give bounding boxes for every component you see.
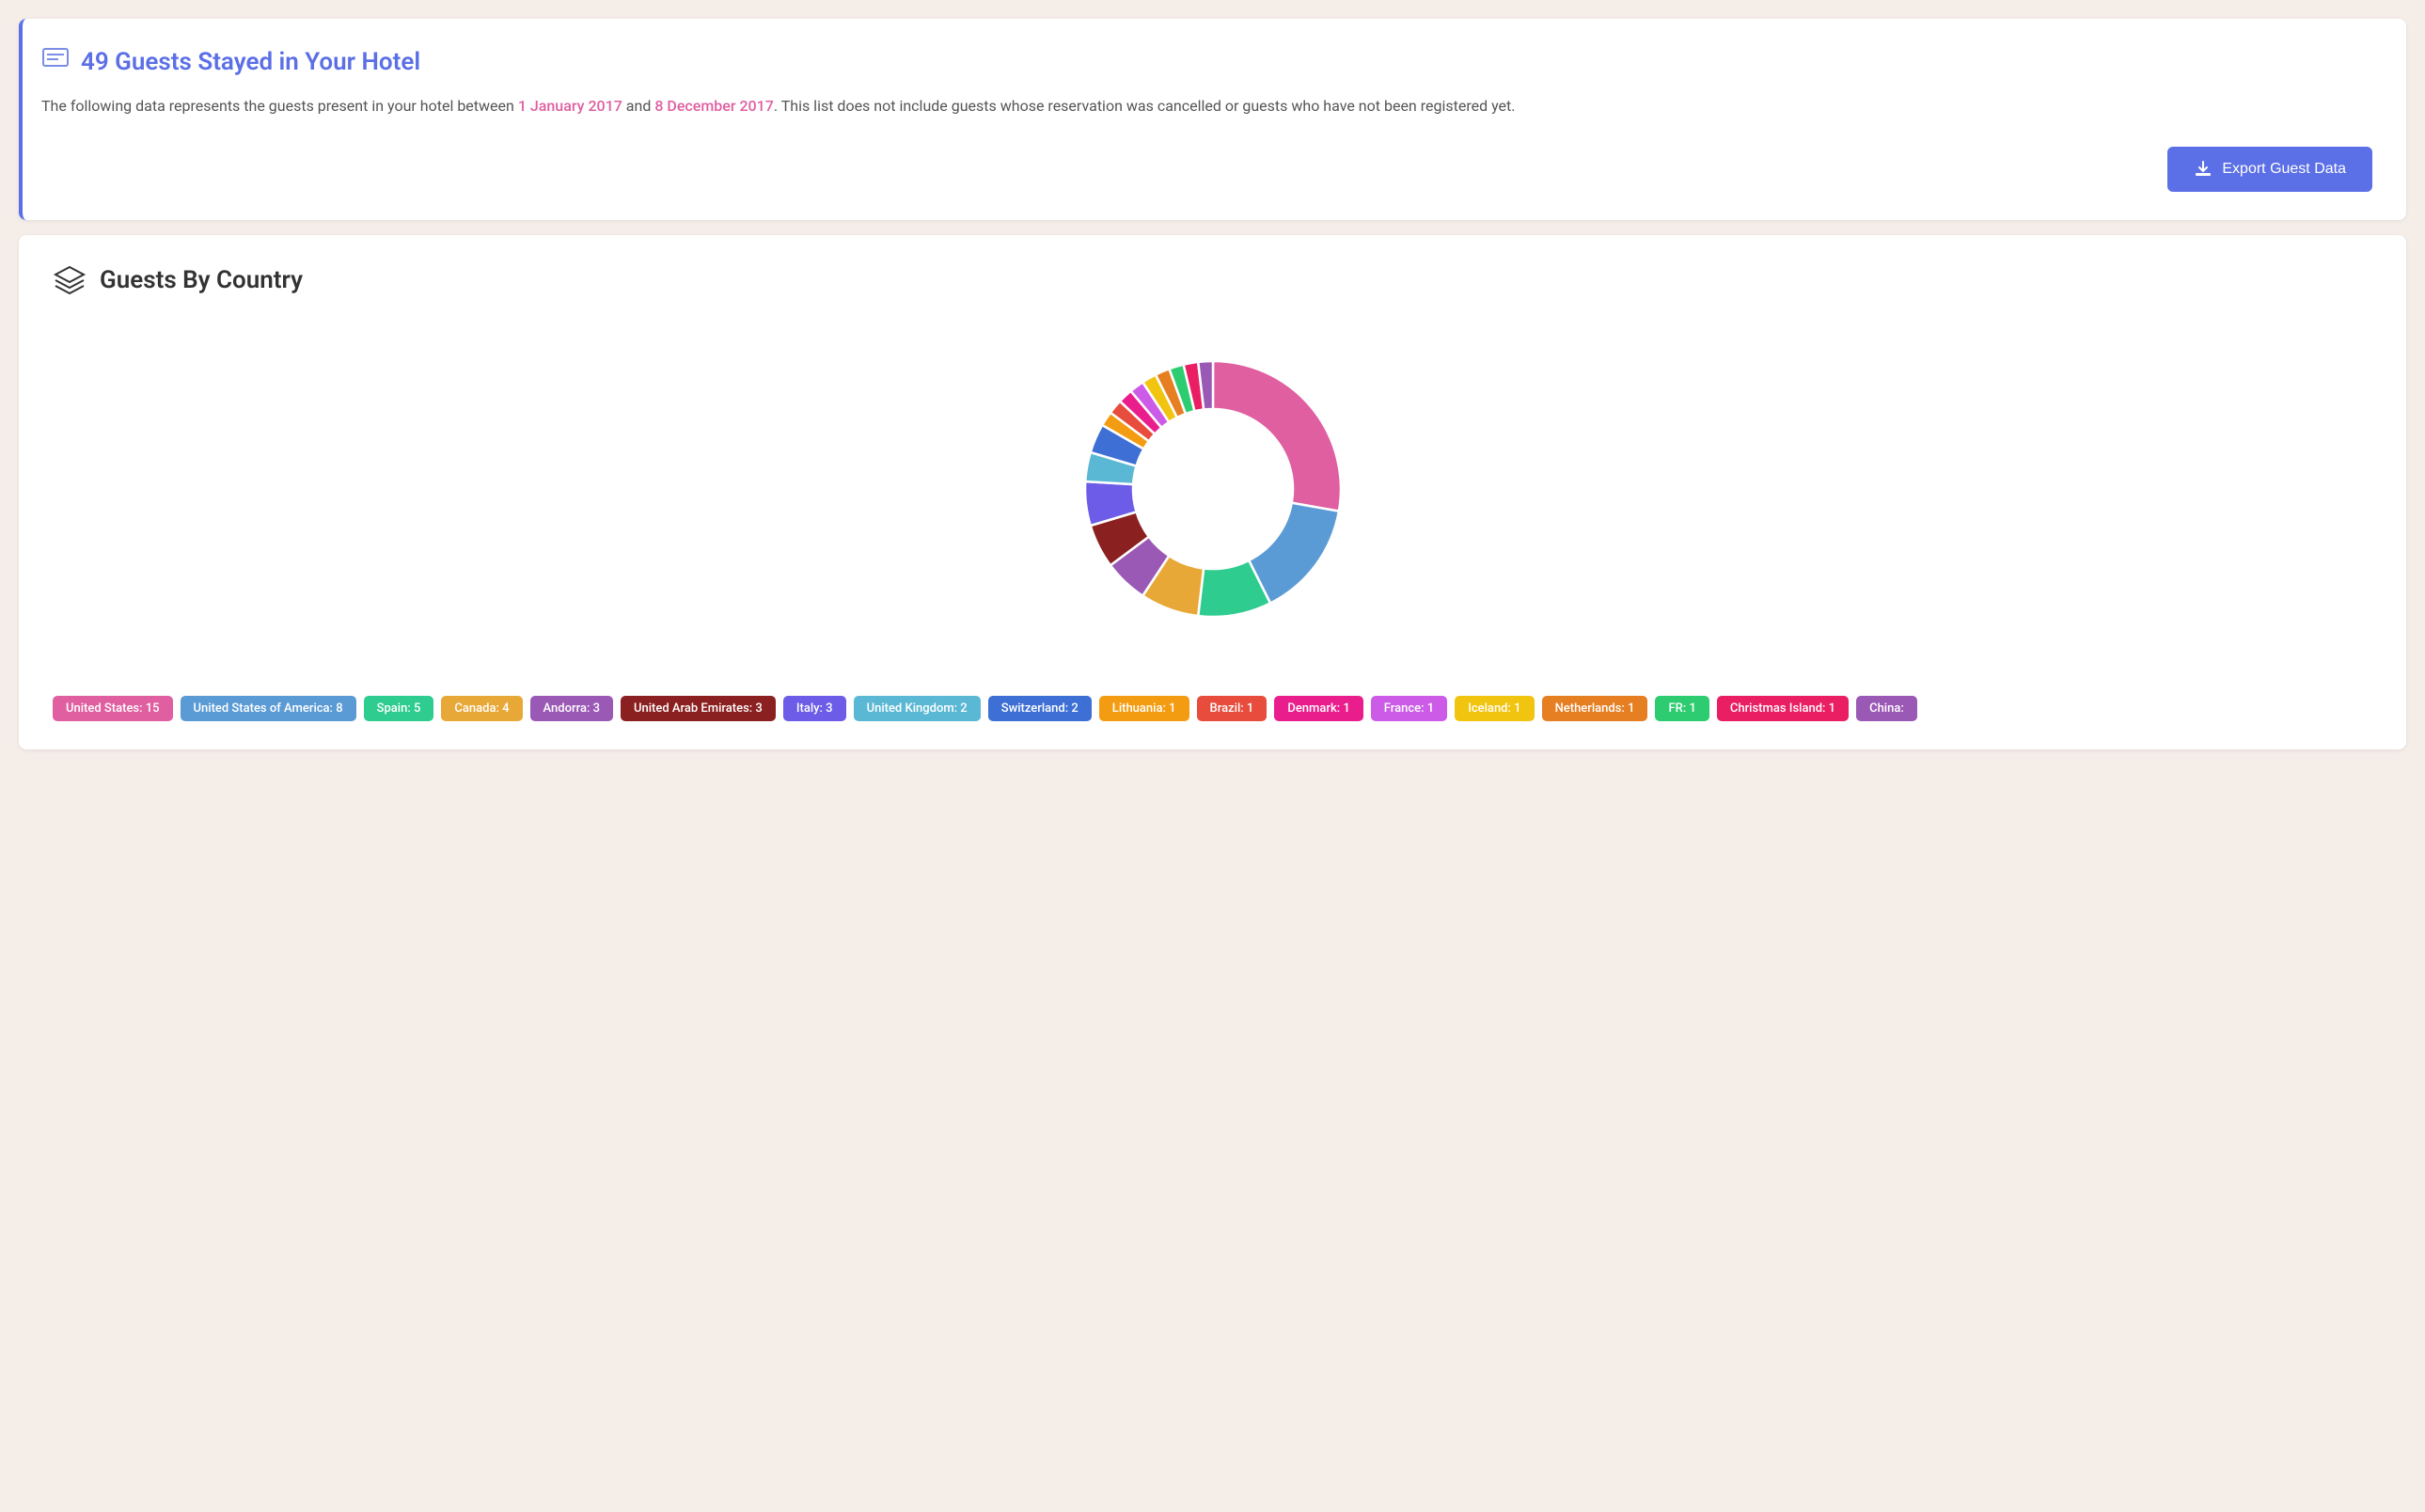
legend-badge: Christmas Island: 1 <box>1717 696 1849 721</box>
chart-container <box>53 320 2372 658</box>
legend-badge: Canada: 4 <box>441 696 522 721</box>
summary-icon <box>41 47 70 77</box>
end-date: 8 December 2017 <box>654 97 774 115</box>
legend-badge: China: <box>1856 696 1917 721</box>
legend-badge: Iceland: 1 <box>1455 696 1534 721</box>
legend-badge: United States of America: 8 <box>181 696 356 721</box>
country-chart-card: Guests By Country United States: 15Unite… <box>19 235 2406 749</box>
legend-badge: Switzerland: 2 <box>988 696 1092 721</box>
legend-container: United States: 15 United States of Americ… <box>53 686 2372 721</box>
legend-badge: FR: 1 <box>1655 696 1709 721</box>
section-title: Guests By Country <box>100 266 303 294</box>
description-text: The following data represents the guests… <box>41 94 2372 118</box>
legend-badge: France: 1 <box>1371 696 1447 721</box>
legend-badge: Netherlands: 1 <box>1542 696 1648 721</box>
legend-badge: Italy: 3 <box>783 696 846 721</box>
donut-chart <box>1053 329 1373 649</box>
legend-badge: Brazil: 1 <box>1197 696 1268 721</box>
legend-badge: United States: 15 <box>53 696 173 721</box>
legend-badge: Lithuania: 1 <box>1099 696 1189 721</box>
legend-badge: Andorra: 3 <box>530 696 613 721</box>
layers-icon <box>53 263 87 297</box>
section-title-row: Guests By Country <box>53 263 2372 297</box>
title-row: 49 Guests Stayed in Your Hotel <box>41 47 2372 77</box>
start-date: 1 January 2017 <box>518 97 622 115</box>
legend-badge: United Kingdom: 2 <box>854 696 981 721</box>
export-icon <box>2194 160 2212 179</box>
summary-card: 49 Guests Stayed in Your Hotel The follo… <box>19 19 2406 220</box>
export-button[interactable]: Export Guest Data <box>2167 147 2372 192</box>
legend-badge: Denmark: 1 <box>1274 696 1362 721</box>
page-title: 49 Guests Stayed in Your Hotel <box>81 48 420 76</box>
legend-badge: Spain: 5 <box>364 696 434 721</box>
export-row: Export Guest Data <box>41 147 2372 192</box>
legend-badge: United Arab Emirates: 3 <box>621 696 776 721</box>
